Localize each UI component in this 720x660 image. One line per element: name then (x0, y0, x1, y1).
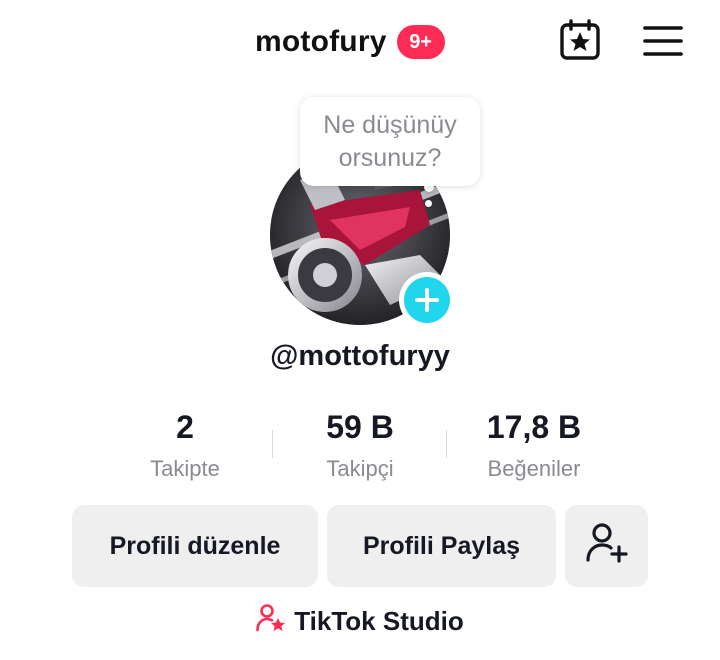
notification-badge: 9+ (396, 25, 445, 59)
followers-count: 59 B (326, 409, 394, 445)
likes-count: 17,8 B (486, 409, 582, 445)
add-friend-button[interactable] (565, 505, 648, 587)
status-note-bubble[interactable]: Ne düşünüy orsunuz? (300, 97, 480, 186)
add-avatar-button[interactable] (399, 272, 455, 328)
account-name[interactable]: motofury (255, 25, 387, 59)
hamburger-menu-icon[interactable] (643, 24, 683, 58)
tiktok-studio-label: TikTok Studio (294, 605, 464, 636)
stat-following[interactable]: 2 Takipte (100, 408, 270, 482)
edit-profile-label: Profili düzenle (109, 531, 281, 560)
following-count: 2 (176, 409, 194, 445)
username: @mottofuryy (270, 340, 450, 372)
calendar-star-icon[interactable] (558, 19, 604, 63)
stat-likes[interactable]: 17,8 B Beğeniler (449, 408, 619, 482)
likes-label: Beğeniler (487, 456, 581, 481)
stat-followers[interactable]: 59 B Takipçi (275, 408, 445, 482)
following-label: Takipte (150, 456, 220, 481)
status-note-text: Ne düşünüy orsunuz? (323, 110, 457, 172)
tiktok-studio-link[interactable]: TikTok Studio (0, 603, 720, 639)
stat-divider (272, 430, 273, 458)
stat-divider (446, 430, 447, 458)
followers-label: Takipçi (326, 456, 394, 481)
plus-icon (404, 277, 450, 323)
header-brand[interactable]: motofury 9+ (255, 22, 445, 62)
user-star-icon (256, 603, 286, 640)
share-profile-button[interactable]: Profili Paylaş (327, 505, 556, 587)
edit-profile-button[interactable]: Profili düzenle (72, 505, 318, 587)
share-profile-label: Profili Paylaş (362, 531, 521, 560)
add-user-icon (585, 522, 629, 571)
bubble-tail-dot (425, 200, 432, 207)
